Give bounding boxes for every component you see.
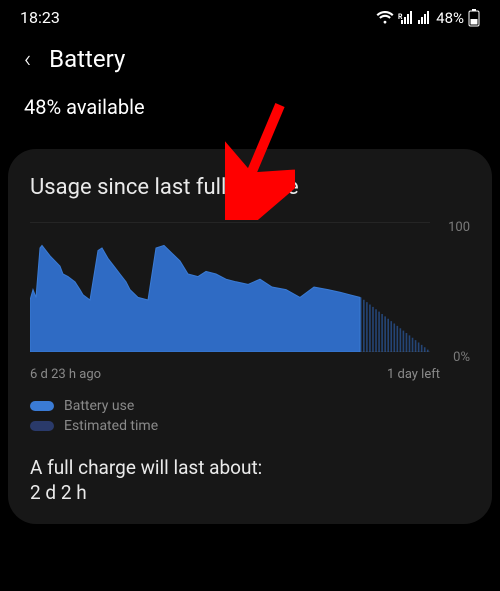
legend-use-label: Battery use bbox=[64, 398, 134, 414]
legend-est-label: Estimated time bbox=[64, 418, 158, 434]
battery-available: 48% available bbox=[0, 93, 500, 149]
battery-icon bbox=[468, 9, 480, 27]
svg-text:R: R bbox=[398, 13, 403, 21]
clock: 18:23 bbox=[20, 8, 60, 27]
x-right-label: 1 day left bbox=[387, 367, 440, 382]
swatch-use-icon bbox=[30, 401, 54, 411]
swatch-est-icon bbox=[30, 421, 54, 431]
signal-roaming-icon: R bbox=[398, 11, 414, 25]
chart-x-labels: 6 d 23 h ago 1 day left bbox=[30, 367, 470, 382]
header: ‹ Battery bbox=[0, 31, 500, 93]
y-axis-bottom: 0% bbox=[453, 350, 470, 365]
signal-icon bbox=[418, 11, 432, 25]
chart-legend: Battery use Estimated time bbox=[30, 398, 470, 434]
usage-card: Usage since last full charge 100 0% 6 d … bbox=[8, 149, 492, 524]
usage-title: Usage since last full charge bbox=[30, 175, 470, 200]
legend-battery-use: Battery use bbox=[30, 398, 470, 414]
x-left-label: 6 d 23 h ago bbox=[30, 367, 101, 382]
status-bar: 18:23 R 48% bbox=[0, 0, 500, 31]
legend-estimated: Estimated time bbox=[30, 418, 470, 434]
battery-pct-text: 48% bbox=[436, 9, 464, 27]
status-icons: R 48% bbox=[376, 9, 480, 27]
full-charge-label: A full charge will last about: bbox=[30, 456, 470, 479]
battery-chart[interactable]: 100 0% bbox=[30, 222, 470, 357]
y-axis-top: 100 bbox=[448, 220, 470, 235]
wifi-icon bbox=[376, 11, 394, 25]
full-charge-value: 2 d 2 h bbox=[30, 481, 470, 504]
back-icon[interactable]: ‹ bbox=[24, 45, 31, 73]
page-title: Battery bbox=[49, 45, 125, 73]
